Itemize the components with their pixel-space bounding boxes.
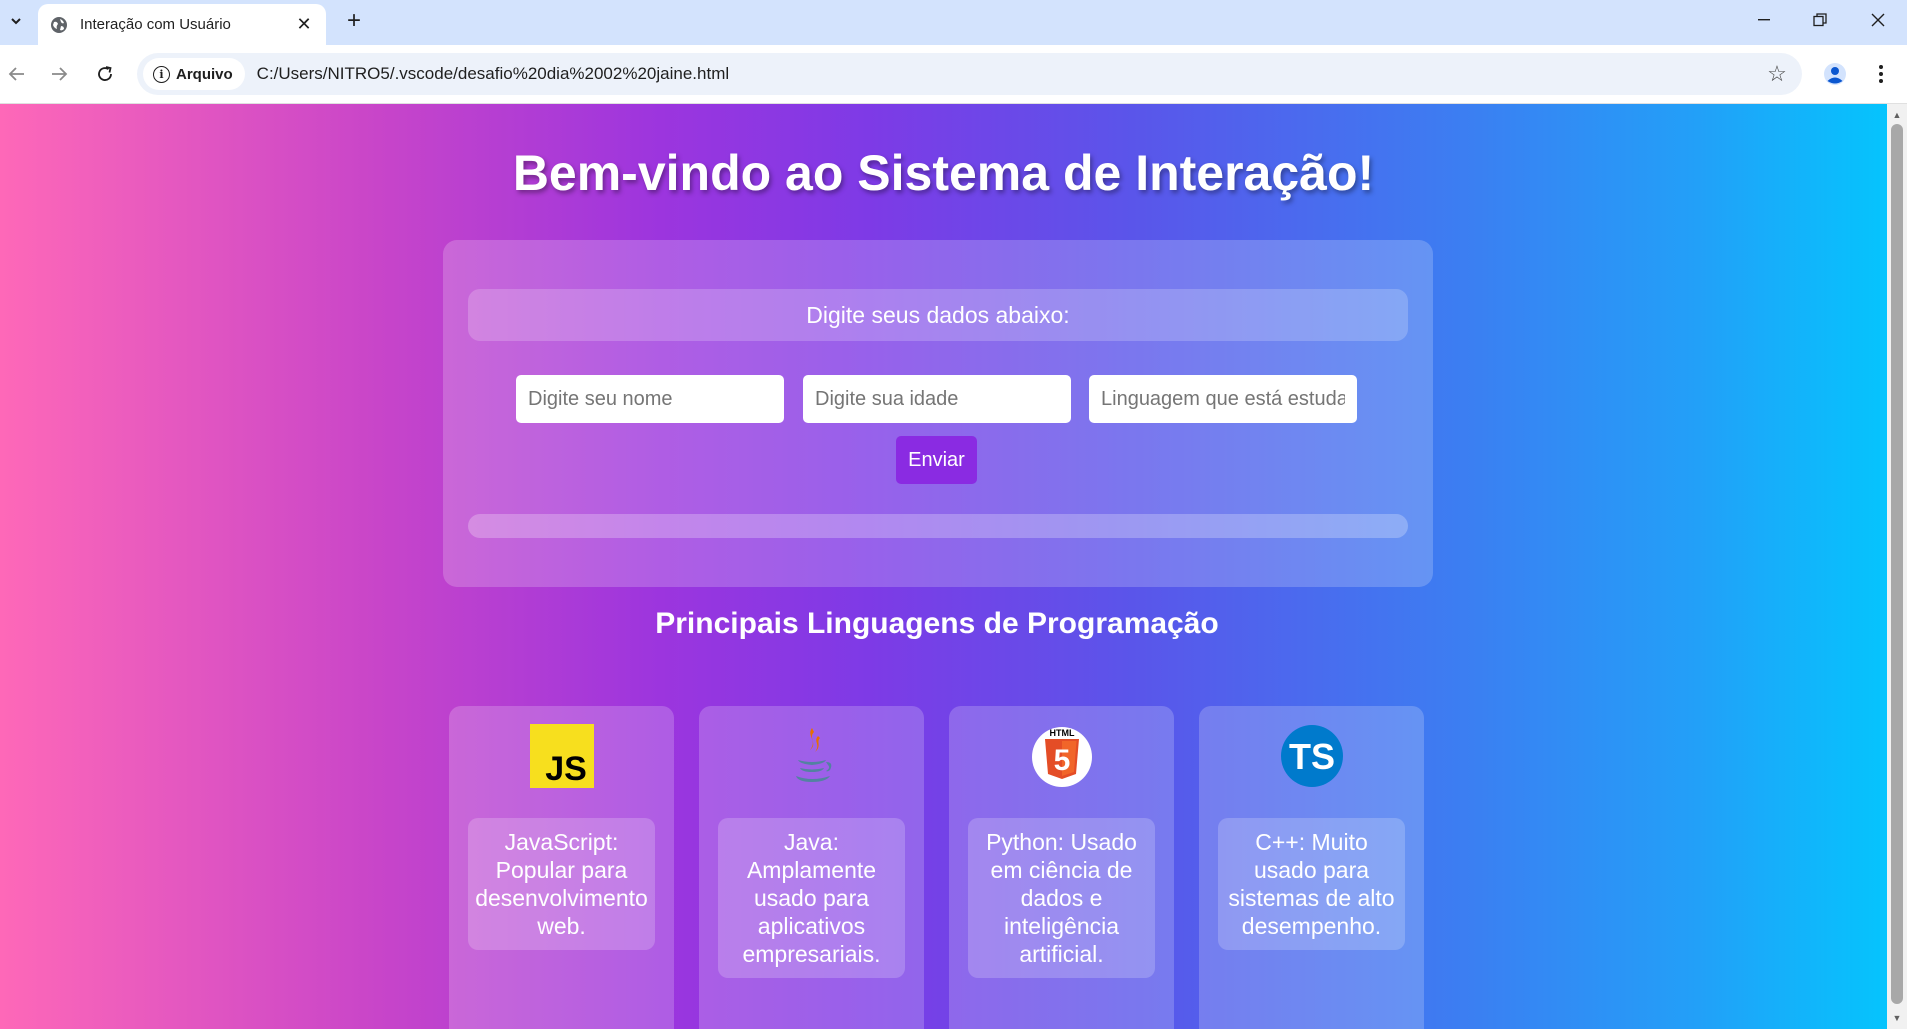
scrollbar-thumb[interactable] (1891, 124, 1903, 1004)
forward-arrow-icon[interactable] (42, 57, 76, 91)
site-info-chip[interactable]: i Arquivo (143, 58, 245, 90)
ts-logo-text: TS (1289, 736, 1335, 777)
submit-button[interactable]: Enviar (896, 436, 977, 484)
form-heading: Digite seus dados abaixo: (468, 289, 1408, 341)
tab-title: Interação com Usuário (80, 16, 231, 33)
profile-avatar-icon[interactable] (1818, 57, 1852, 91)
back-arrow-icon[interactable] (0, 57, 34, 91)
minimize-icon[interactable] (1736, 0, 1792, 40)
url-text[interactable]: C:/Users/NITRO5/.vscode/desafio%20dia%20… (257, 64, 1760, 84)
globe-icon (50, 16, 68, 34)
site-info-label: Arquivo (176, 65, 233, 83)
typescript-logo-icon: TS (1280, 724, 1344, 788)
kebab-menu-icon[interactable] (1864, 57, 1898, 91)
page-viewport: Bem-vindo ao Sistema de Interação! Digit… (0, 104, 1887, 1029)
browser-tab-strip: Interação com Usuário ✕ + (0, 0, 1907, 45)
language-card-java: Java: Amplamente usado para aplicativos … (699, 706, 924, 1029)
page-title: Bem-vindo ao Sistema de Interação! (512, 145, 1375, 201)
vertical-scrollbar[interactable]: ▲ ▼ (1887, 104, 1907, 1029)
language-card-javascript: JS JavaScript: Popular para desenvolvime… (449, 706, 674, 1029)
language-card-python: HTML 5 Python: Usado em ciência de dados… (949, 706, 1174, 1029)
browser-toolbar: i Arquivo C:/Users/NITRO5/.vscode/desafi… (0, 45, 1907, 104)
languages-section-title: Principais Linguagens de Programação (655, 607, 1219, 640)
language-description: C++: Muito usado para sistemas de alto d… (1218, 818, 1405, 950)
scroll-down-arrow-icon[interactable]: ▼ (1887, 1009, 1907, 1027)
javascript-logo-icon: JS (530, 724, 594, 788)
reload-icon[interactable] (88, 57, 122, 91)
language-description: Java: Amplamente usado para aplicativos … (718, 818, 905, 978)
language-card-cpp: TS C++: Muito usado para sistemas de alt… (1199, 706, 1424, 1029)
restore-icon[interactable] (1792, 0, 1848, 40)
name-input[interactable] (516, 375, 784, 423)
user-form-card: Digite seus dados abaixo: Enviar (443, 240, 1433, 587)
result-message-area (468, 514, 1408, 538)
html5-logo-icon: HTML 5 (1030, 724, 1094, 788)
language-input[interactable] (1089, 375, 1357, 423)
language-description: JavaScript: Popular para desenvolvimento… (468, 818, 655, 950)
scroll-up-arrow-icon[interactable]: ▲ (1887, 106, 1907, 124)
tab-close-icon[interactable]: ✕ (292, 13, 316, 37)
info-icon: i (153, 65, 170, 83)
address-bar[interactable]: i Arquivo C:/Users/NITRO5/.vscode/desafi… (137, 53, 1802, 95)
html-logo-text: HTML (1050, 728, 1075, 738)
browser-tab[interactable]: Interação com Usuário ✕ (38, 4, 326, 45)
window-close-icon[interactable] (1850, 0, 1906, 40)
tab-search-chevron-icon[interactable] (2, 7, 30, 35)
js-logo-text: JS (545, 750, 587, 788)
bookmark-star-icon[interactable]: ☆ (1760, 57, 1794, 91)
new-tab-plus-icon[interactable]: + (340, 7, 368, 35)
html5-number-text: 5 (1054, 744, 1071, 777)
age-input[interactable] (803, 375, 1071, 423)
language-description: Python: Usado em ciência de dados e inte… (968, 818, 1155, 978)
java-logo-icon (780, 724, 844, 788)
